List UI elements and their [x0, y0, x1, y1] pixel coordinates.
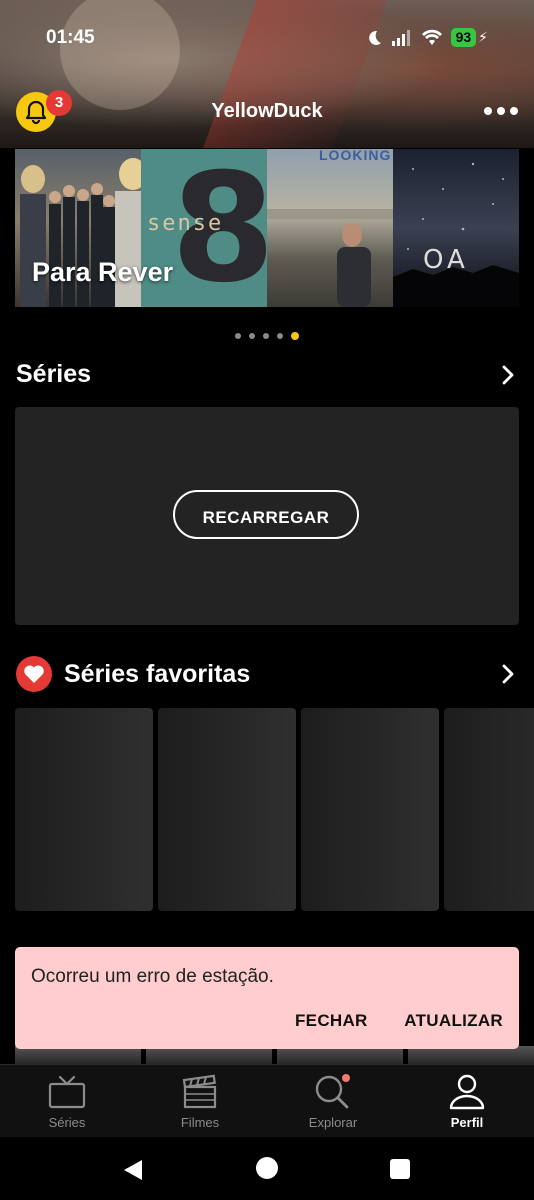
- moon-icon: [368, 30, 381, 45]
- page-dot[interactable]: [235, 333, 241, 339]
- page-title: YellowDuck: [211, 100, 323, 122]
- error-snackbar: Ocorreu um erro de estação. FECHAR ATUAL…: [15, 947, 519, 1049]
- reload-button[interactable]: RECARREGAR: [173, 490, 359, 539]
- status-icons: 93 ⚡: [365, 28, 488, 47]
- status-time: 01:45: [46, 27, 95, 48]
- snackbar-message: Ocorreu um erro de estação.: [31, 966, 274, 987]
- signal-icon: [391, 29, 410, 46]
- system-navigation-bar: [0, 1137, 534, 1200]
- sense8-title: sense: [147, 211, 224, 236]
- snackbar-refresh-button[interactable]: ATUALIZAR: [404, 1011, 503, 1031]
- recent-apps-icon[interactable]: [390, 1159, 410, 1179]
- favorite-placeholder-tile[interactable]: [158, 708, 296, 911]
- favorite-placeholder-tile[interactable]: [301, 708, 439, 911]
- series-empty-card: RECARREGAR: [15, 407, 519, 625]
- back-icon[interactable]: [122, 1158, 144, 1182]
- more-options-button[interactable]: [484, 98, 518, 124]
- nav-item-profile[interactable]: Perfil: [407, 1073, 527, 1130]
- rewatch-carousel[interactable]: 8 sense LOOKING OA Para Rever: [0, 149, 534, 307]
- favorite-placeholder-tile[interactable]: [444, 708, 534, 911]
- series-chevron-right-icon[interactable]: [498, 363, 518, 387]
- series-section-title: Séries: [16, 360, 92, 388]
- nav-item-series[interactable]: Séries: [7, 1073, 127, 1130]
- nav-label-explore: Explorar: [308, 1115, 358, 1130]
- looking-poster[interactable]: LOOKING: [267, 149, 393, 307]
- bottom-navigation: Séries Filmes Explorar Perfil: [0, 1064, 534, 1137]
- page-dot[interactable]: [277, 333, 283, 339]
- favorites-section-title: Séries favoritas: [64, 659, 251, 688]
- nav-label-movies: Filmes: [180, 1115, 220, 1130]
- tv-icon: [48, 1075, 86, 1109]
- search-icon: [315, 1074, 350, 1109]
- status-bar: 01:45 93 ⚡: [0, 0, 534, 76]
- nav-item-explore[interactable]: Explorar: [273, 1073, 393, 1130]
- page-dot-active[interactable]: [291, 332, 299, 340]
- charging-icon: ⚡: [478, 29, 488, 45]
- oa-poster-art: [393, 162, 519, 307]
- page-dot[interactable]: [249, 333, 255, 339]
- app-bar: 3 YellowDuck: [0, 88, 534, 136]
- page-dot[interactable]: [263, 333, 269, 339]
- snackbar-close-button[interactable]: FECHAR: [295, 1011, 368, 1031]
- favorites-header: Séries favoritas: [16, 656, 250, 692]
- next-row-thumbnails: [15, 1046, 534, 1066]
- looking-title: LOOKING: [319, 149, 392, 163]
- more-dot-icon: [510, 107, 518, 115]
- more-dot-icon: [497, 107, 505, 115]
- carousel-pagination: [0, 332, 534, 340]
- oa-title: OA: [423, 245, 469, 275]
- battery-level: 93: [450, 28, 477, 47]
- more-dot-icon: [484, 107, 492, 115]
- nav-label-profile: Perfil: [450, 1115, 484, 1130]
- nav-label-series: Séries: [48, 1115, 86, 1130]
- clapperboard-icon: [182, 1074, 217, 1109]
- favorite-placeholder-tile[interactable]: [15, 708, 153, 911]
- carousel-label: Para Rever: [32, 257, 174, 287]
- heart-icon: [24, 665, 44, 683]
- home-icon[interactable]: [256, 1157, 278, 1179]
- favorites-row[interactable]: [0, 708, 534, 911]
- favorites-chevron-right-icon[interactable]: [498, 662, 518, 686]
- person-icon: [449, 1074, 485, 1110]
- wifi-icon: [421, 29, 442, 45]
- oa-poster[interactable]: OA: [393, 149, 519, 307]
- nav-item-movies[interactable]: Filmes: [140, 1073, 260, 1130]
- looking-poster-art: [267, 209, 393, 307]
- heart-badge: [16, 656, 52, 692]
